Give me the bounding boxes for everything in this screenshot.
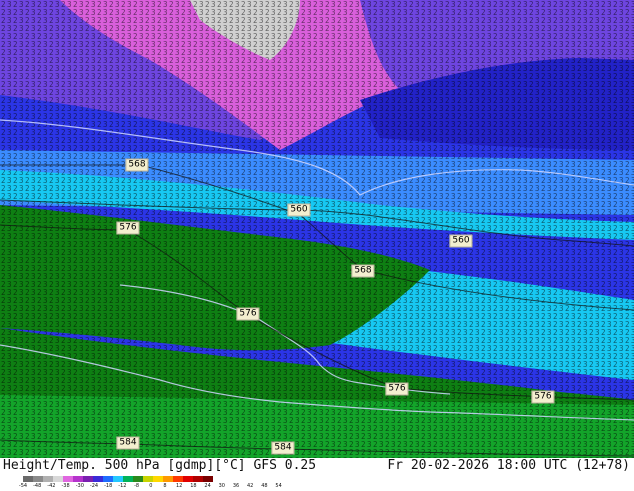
contour-label: 560 [287,203,311,217]
colorbar-swatch [53,476,63,482]
colorbar-tick: -8 [134,483,140,489]
colorbar-swatch [123,476,133,482]
colorbar-tick: -30 [75,483,84,489]
colorbar-tick: 30 [218,483,225,489]
valid-time: Fr 20-02-2026 18:00 UTC (12+78) [387,458,630,473]
colorbar-tick: -24 [89,483,99,489]
colorbar-swatch [193,476,203,482]
colorbar-tick: -54 [18,483,28,489]
colorbar-tick: -42 [47,483,56,489]
colorbar-swatch [33,476,43,482]
contour-label: 576 [385,382,409,396]
contour-label: 584 [116,436,140,450]
colorbar-swatch [113,476,123,482]
colorbar-tick: 24 [204,483,211,489]
colorbar-tick: 54 [275,483,282,489]
colorbar-swatch [153,476,163,482]
map-footer: Height/Temp. 500 hPa [gdmp][°C] GFS 0.25… [0,458,634,490]
colorbar-tick: 8 [163,483,167,489]
colorbar-swatch [203,476,213,482]
colorbar-tick: -48 [33,483,42,489]
colorbar-tick: -18 [104,483,113,489]
colorbar-swatch [23,476,33,482]
colorbar-tick: 42 [247,483,254,489]
colorbar-swatch [73,476,83,482]
contour-label: 560 [449,234,473,248]
colorbar-swatch [103,476,113,482]
colorbar-swatch [183,476,193,482]
colorbar-tick: 12 [176,483,183,489]
contour-label: 584 [271,441,295,455]
contour-label: 568 [351,264,375,278]
colorbar-tick: 36 [232,483,240,489]
contour-label: 576 [531,390,555,404]
colorbar-tick: 0 [149,483,153,489]
colorbar-swatch [133,476,143,482]
colorbar-swatch [163,476,173,482]
weather-map: 2 3 568 576 560 560 568 576 576 576 584 … [0,0,634,458]
colorbar-tick: 48 [261,483,268,489]
temperature-colorbar [23,476,213,482]
contour-label: 576 [236,307,260,321]
contour-label: 576 [116,221,140,235]
colorbar-swatch [43,476,53,482]
contour-label: 568 [125,158,149,172]
map-title: Height/Temp. 500 hPa [gdmp][°C] GFS 0.25 [3,458,317,473]
colorbar-tick: 18 [190,483,197,489]
colorbar-swatch [93,476,103,482]
colorbar-tick: -12 [118,483,127,489]
colorbar-swatch [173,476,183,482]
colorbar-swatch [143,476,153,482]
colorbar-swatch [83,476,93,482]
colorbar-swatch [63,476,73,482]
colorbar-tick: -38 [61,483,70,489]
